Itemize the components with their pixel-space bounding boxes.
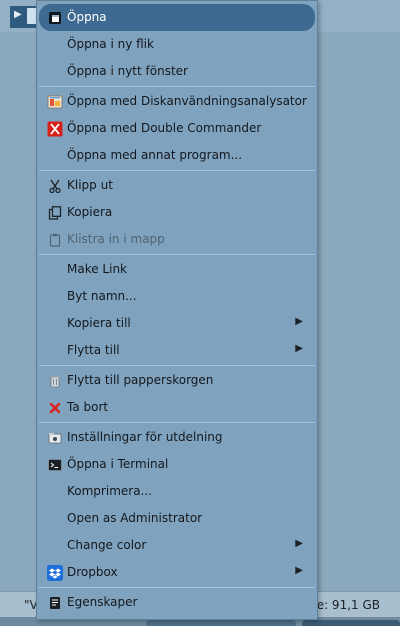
terminal-icon [47, 457, 63, 473]
menu-item-copy-to[interactable]: Kopiera till ▶ [39, 310, 315, 337]
window-open-icon [47, 10, 63, 26]
copy-icon [47, 205, 63, 221]
menu-item-open-new-window[interactable]: Öppna i nytt fönster [39, 58, 315, 85]
disk-usage-icon [47, 94, 63, 110]
menu-item-label: Öppna med Double Commander [67, 121, 262, 135]
paste-icon [47, 232, 63, 248]
share-folder-icon [47, 430, 63, 446]
menu-separator [39, 422, 315, 423]
menu-item-make-link[interactable]: Make Link [39, 256, 315, 283]
menu-item-open-as-admin[interactable]: Open as Administrator [39, 505, 315, 532]
dropbox-icon [47, 565, 63, 581]
menu-item-label: Open as Administrator [67, 511, 203, 525]
menu-item-label: Make Link [67, 262, 127, 276]
menu-item-label: Öppna med Diskanvändningsanalysator [67, 94, 307, 108]
menu-item-paste-into-folder[interactable]: Klistra in i mapp [39, 226, 315, 253]
menu-item-open-disk-usage[interactable]: Öppna med Diskanvändningsanalysator [39, 88, 315, 115]
menu-item-label: Klipp ut [67, 178, 113, 192]
menu-item-label: Öppna [67, 10, 107, 24]
menu-item-move-to-trash[interactable]: Flytta till papperskorgen [39, 367, 315, 394]
menu-item-move-to[interactable]: Flytta till ▶ [39, 337, 315, 364]
submenu-arrow-icon: ▶ [295, 343, 303, 354]
menu-item-change-color[interactable]: Change color ▶ [39, 532, 315, 559]
menu-item-compress[interactable]: Komprimera... [39, 478, 315, 505]
menu-item-sharing-settings[interactable]: Inställningar för utdelning [39, 424, 315, 451]
menu-item-label: Byt namn... [67, 289, 137, 303]
menu-item-label: Dropbox [67, 565, 118, 579]
menu-item-label: Flytta till [67, 343, 120, 357]
submenu-arrow-icon: ▶ [295, 316, 303, 327]
menu-item-label: Egenskaper [67, 595, 138, 609]
submenu-arrow-icon: ▶ [295, 565, 303, 576]
menu-item-label: Öppna i nytt fönster [67, 64, 188, 78]
submenu-arrow-icon: ▶ [295, 538, 303, 549]
menu-item-copy[interactable]: Kopiera [39, 199, 315, 226]
double-commander-icon [47, 121, 63, 137]
context-menu: Öppna Öppna i ny flik Öppna i nytt fönst… [36, 0, 318, 620]
menu-item-open[interactable]: Öppna [39, 4, 315, 31]
menu-item-label: Kopiera till [67, 316, 131, 330]
menu-separator [39, 587, 315, 588]
menu-separator [39, 365, 315, 366]
menu-item-label: Inställningar för utdelning [67, 430, 223, 444]
trash-icon [47, 373, 63, 389]
properties-icon [47, 595, 63, 611]
menu-item-label: Ta bort [67, 400, 109, 414]
menu-item-cut[interactable]: Klipp ut [39, 172, 315, 199]
scissors-icon [47, 178, 63, 194]
menu-item-label: Öppna i ny flik [67, 37, 154, 51]
menu-separator [39, 86, 315, 87]
menu-separator [39, 254, 315, 255]
menu-separator [39, 170, 315, 171]
menu-item-open-double-commander[interactable]: Öppna med Double Commander [39, 115, 315, 142]
menu-item-label: Kopiera [67, 205, 113, 219]
delete-x-icon [47, 400, 63, 416]
menu-item-label: Flytta till papperskorgen [67, 373, 214, 387]
menu-item-rename[interactable]: Byt namn... [39, 283, 315, 310]
menu-item-properties[interactable]: Egenskaper [39, 589, 315, 616]
menu-item-open-terminal[interactable]: Öppna i Terminal [39, 451, 315, 478]
bottom-tab[interactable] [146, 620, 296, 626]
menu-item-label: Change color [67, 538, 147, 552]
menu-item-open-new-tab[interactable]: Öppna i ny flik [39, 31, 315, 58]
menu-item-open-other-app[interactable]: Öppna med annat program... [39, 142, 315, 169]
menu-item-label: Klistra in i mapp [67, 232, 165, 246]
expander-arrow-icon[interactable]: ▶ [14, 9, 22, 20]
menu-item-label: Öppna i Terminal [67, 457, 169, 471]
bottom-tab[interactable] [302, 620, 400, 626]
menu-item-label: Öppna med annat program... [67, 148, 243, 162]
menu-item-dropbox[interactable]: Dropbox ▶ [39, 559, 315, 586]
menu-item-label: Komprimera... [67, 484, 152, 498]
menu-item-delete[interactable]: Ta bort [39, 394, 315, 421]
